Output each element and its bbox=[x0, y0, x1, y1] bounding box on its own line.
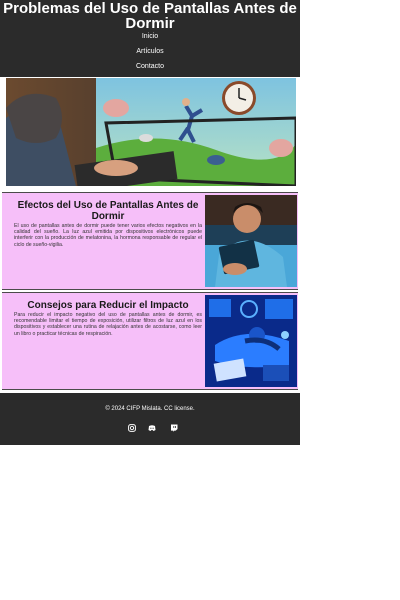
tips-heading: Consejos para Reducir el Impacto bbox=[27, 300, 189, 311]
nav-link-inicio[interactable]: Inicio bbox=[0, 33, 300, 40]
effects-image bbox=[205, 195, 297, 287]
tips-image bbox=[205, 295, 297, 387]
page-title: Problemas del Uso de Pantallas Antes de … bbox=[3, 0, 297, 32]
main-nav: Inicio Artículos Contacto bbox=[0, 33, 300, 78]
copyright-text: © 2024 CIFP Mislata. CC license. bbox=[105, 406, 195, 412]
site-header: Problemas del Uso de Pantallas Antes de … bbox=[0, 0, 300, 77]
instagram-icon[interactable] bbox=[128, 419, 136, 432]
social-icons bbox=[126, 419, 181, 432]
twitch-icon[interactable] bbox=[170, 419, 178, 432]
nav-link-contacto[interactable]: Contacto bbox=[0, 63, 300, 70]
tips-paragraph: Para reducir el impacto negativo del uso… bbox=[14, 312, 202, 337]
tips-text-block: Consejos para Reducir el Impacto Para re… bbox=[14, 300, 202, 337]
page: Problemas del Uso de Pantallas Antes de … bbox=[0, 0, 300, 445]
tips-section: Consejos para Reducir el Impacto Para re… bbox=[2, 292, 298, 390]
effects-text-block: Efectos del Uso de Pantallas Antes de Do… bbox=[14, 200, 202, 248]
effects-section: Efectos del Uso de Pantallas Antes de Do… bbox=[2, 192, 298, 290]
effects-heading: Efectos del Uso de Pantallas Antes de Do… bbox=[17, 200, 199, 222]
discord-icon[interactable] bbox=[148, 419, 156, 431]
site-footer: © 2024 CIFP Mislata. CC license. bbox=[0, 393, 300, 445]
hero-image bbox=[6, 78, 296, 186]
nav-link-articulos[interactable]: Artículos bbox=[0, 48, 300, 55]
effects-paragraph: El uso de pantallas antes de dormir pued… bbox=[14, 223, 202, 248]
